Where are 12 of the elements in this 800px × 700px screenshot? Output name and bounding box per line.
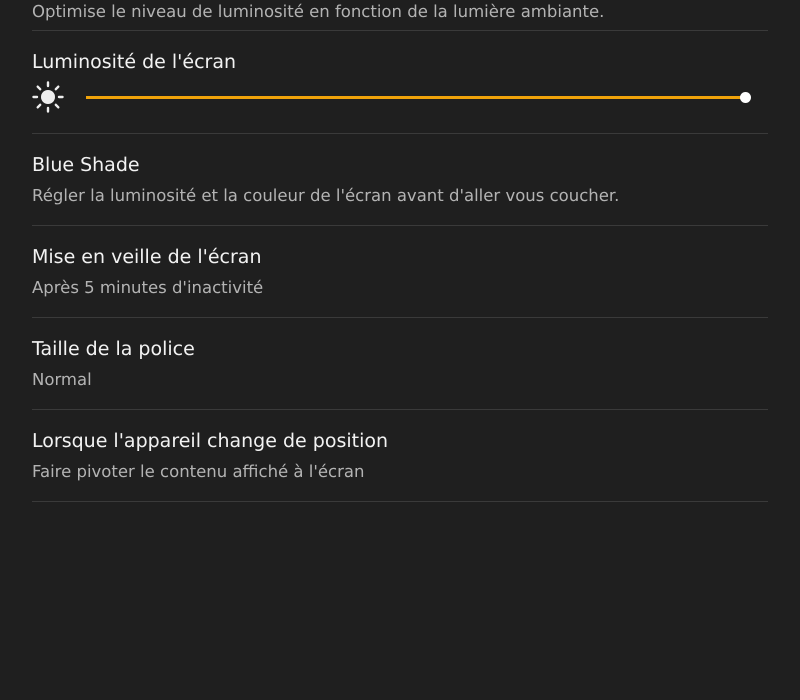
brightness-slider[interactable] <box>86 91 752 103</box>
setting-title[interactable]: Mise en veille de l'écran <box>32 244 262 270</box>
setting-title[interactable]: Lorsque l'appareil change de position <box>32 428 388 454</box>
brightness-icon <box>32 81 64 113</box>
setting-description: Après 5 minutes d'inactivité <box>32 277 264 299</box>
setting-title[interactable]: Luminosité de l'écran <box>32 49 236 75</box>
setting-description: Régler la luminosité et la couleur de l'écran avant d'aller vous coucher. <box>32 185 620 207</box>
setting-description: Normal <box>32 369 92 391</box>
setting-title[interactable]: Blue Shade <box>32 152 140 178</box>
setting-description: Optimise le niveau de luminosité en fonction de la lumière ambiante. <box>32 1 604 23</box>
setting-description: Faire pivoter le contenu affiché à l'écran <box>32 461 364 483</box>
setting-title[interactable]: Taille de la police <box>32 336 195 362</box>
